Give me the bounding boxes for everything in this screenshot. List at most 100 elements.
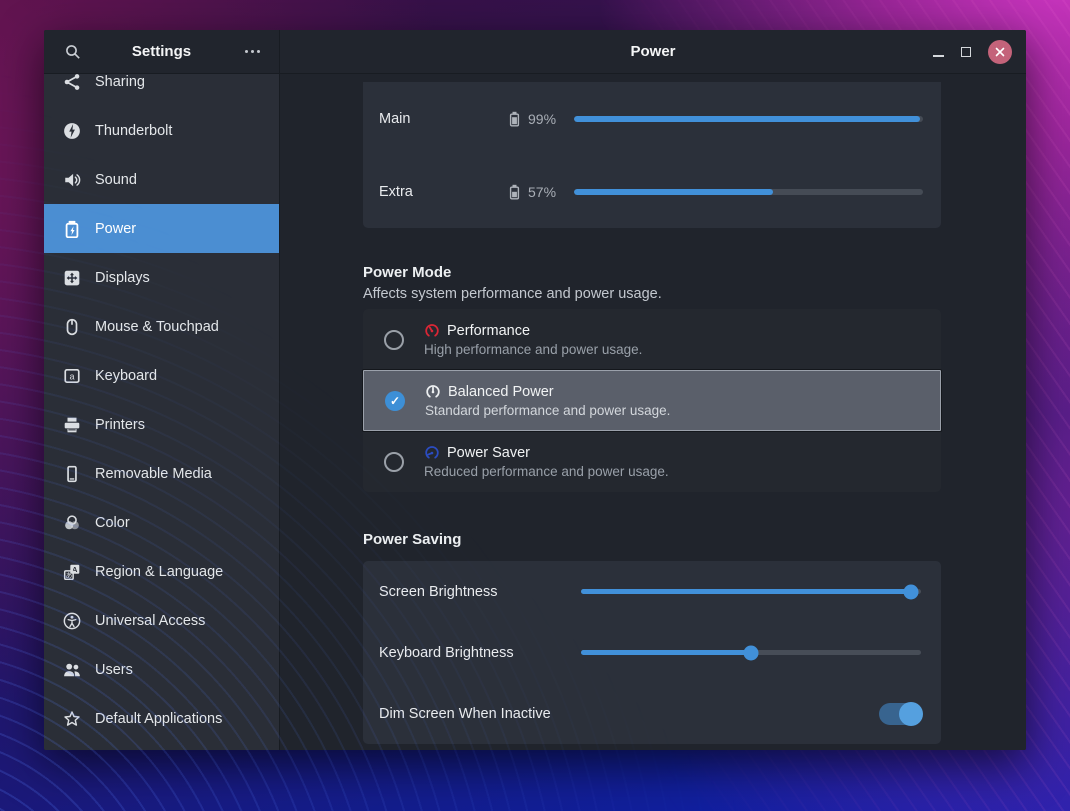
radio-unchecked-icon[interactable]	[384, 330, 404, 350]
sidebar-item-label: Removable Media	[95, 466, 212, 482]
row-label: Keyboard Brightness	[379, 645, 581, 661]
sidebar-item-removable-media[interactable]: Removable Media	[44, 449, 279, 498]
thunderbolt-icon	[62, 121, 82, 141]
sidebar-item-power[interactable]: Power	[44, 204, 279, 253]
color-icon	[62, 513, 82, 533]
titlebar-right: Power	[280, 30, 1026, 73]
sidebar-item-keyboard[interactable]: a Keyboard	[44, 351, 279, 400]
battery-icon	[62, 219, 82, 239]
power-mode-option-power-saver[interactable]: Power Saver Reduced performance and powe…	[363, 431, 941, 492]
mode-text: Power Saver Reduced performance and powe…	[424, 445, 669, 479]
users-icon	[62, 660, 82, 680]
gauge-performance-icon	[424, 323, 440, 339]
sidebar-item-label: Universal Access	[95, 613, 205, 629]
sidebar-item-label: Region & Language	[95, 564, 223, 580]
star-icon	[62, 709, 82, 729]
battery-progress-fill	[574, 189, 773, 195]
sidebar-item-sound[interactable]: Sound	[44, 155, 279, 204]
sidebar-item-printers[interactable]: Printers	[44, 400, 279, 449]
display-icon	[62, 268, 82, 288]
sidebar-item-label: Sharing	[95, 74, 145, 90]
app-title: Settings	[132, 43, 191, 60]
slider-fill	[581, 650, 751, 655]
row-label: Dim Screen When Inactive	[379, 706, 879, 722]
power-saving-heading: Power Saving	[363, 531, 941, 548]
settings-window: Settings Power Sharing	[44, 30, 1026, 750]
power-mode-subheading: Affects system performance and power usa…	[363, 286, 941, 302]
sidebar-item-default-applications[interactable]: Default Applications	[44, 694, 279, 743]
row-label: Screen Brightness	[379, 584, 581, 600]
language-icon: Aあ	[62, 562, 82, 582]
app-body: Sharing Thunderbolt Sound Power Displays	[44, 74, 1026, 750]
sidebar-item-label: Thunderbolt	[95, 123, 172, 139]
sidebar-item-color[interactable]: Color	[44, 498, 279, 547]
menu-button[interactable]	[239, 39, 265, 65]
checkmark-icon: ✓	[390, 395, 400, 407]
gauge-saver-icon	[424, 445, 440, 461]
power-saving-card: Screen Brightness Keyboard Brightness Di…	[363, 561, 941, 744]
battery-progressbar	[574, 189, 923, 195]
screen-brightness-row: Screen Brightness	[363, 561, 941, 622]
mouse-icon	[62, 317, 82, 337]
mode-title: Power Saver	[447, 445, 530, 461]
slider-handle[interactable]	[903, 584, 918, 599]
page-title: Power	[630, 43, 675, 60]
window-controls	[933, 30, 1012, 74]
close-icon	[994, 46, 1006, 58]
svg-text:あ: あ	[65, 571, 72, 579]
keyboard-brightness-slider[interactable]	[581, 650, 921, 655]
sidebar-list: Sharing Thunderbolt Sound Power Displays	[44, 74, 279, 743]
ellipsis-icon	[245, 50, 260, 53]
close-button[interactable]	[988, 40, 1012, 64]
radio-checked-icon[interactable]: ✓	[385, 391, 405, 411]
power-panel: Main 99% Extra 57% Power Mode Affects sy…	[280, 74, 1026, 750]
search-icon	[65, 44, 81, 60]
mode-description: Reduced performance and power usage.	[424, 464, 669, 479]
sidebar-item-label: Power	[95, 221, 136, 237]
sidebar-item-label: Sound	[95, 172, 137, 188]
maximize-button[interactable]	[961, 47, 971, 57]
sidebar-item-users[interactable]: Users	[44, 645, 279, 694]
power-mode-option-performance[interactable]: Performance High performance and power u…	[363, 309, 941, 370]
battery-level-icon	[509, 111, 520, 127]
minimize-button[interactable]	[933, 47, 944, 57]
sidebar-item-displays[interactable]: Displays	[44, 253, 279, 302]
titlebar-left: Settings	[44, 30, 280, 73]
slider-handle[interactable]	[744, 645, 759, 660]
mode-title: Performance	[447, 323, 530, 339]
battery-label: Main	[379, 111, 509, 127]
titlebar: Settings Power	[44, 30, 1026, 74]
sidebar-item-region-language[interactable]: Aあ Region & Language	[44, 547, 279, 596]
sidebar-item-label: Displays	[95, 270, 150, 286]
minimize-icon	[933, 55, 944, 57]
dim-screen-toggle[interactable]	[879, 703, 921, 725]
keyboard-brightness-row: Keyboard Brightness	[363, 622, 941, 683]
keyboard-icon: a	[62, 366, 82, 386]
battery-level-icon	[509, 184, 520, 200]
toggle-knob	[899, 702, 923, 726]
mode-description: Standard performance and power usage.	[425, 403, 670, 418]
dim-screen-row: Dim Screen When Inactive	[363, 683, 941, 744]
battery-label: Extra	[379, 184, 509, 200]
svg-text:a: a	[69, 371, 74, 381]
accessibility-icon	[62, 611, 82, 631]
share-icon	[62, 74, 82, 92]
power-mode-option-balanced[interactable]: ✓ Balanced Power Standard performance an…	[363, 370, 941, 431]
search-button[interactable]	[60, 39, 86, 65]
sidebar-item-label: Default Applications	[95, 711, 222, 727]
removable-media-icon	[62, 464, 82, 484]
maximize-icon	[961, 47, 971, 57]
sidebar-item-label: Users	[95, 662, 133, 678]
slider-fill	[581, 589, 911, 594]
screen-brightness-slider[interactable]	[581, 589, 921, 594]
sidebar-item-sharing[interactable]: Sharing	[44, 74, 279, 106]
sidebar-item-mouse-touchpad[interactable]: Mouse & Touchpad	[44, 302, 279, 351]
sidebar: Sharing Thunderbolt Sound Power Displays	[44, 74, 280, 750]
sidebar-item-universal-access[interactable]: Universal Access	[44, 596, 279, 645]
sidebar-item-thunderbolt[interactable]: Thunderbolt	[44, 106, 279, 155]
battery-progress-fill	[574, 116, 920, 122]
power-mode-heading: Power Mode	[363, 264, 941, 281]
radio-unchecked-icon[interactable]	[384, 452, 404, 472]
battery-row-main: Main 99%	[363, 82, 941, 155]
battery-progressbar	[574, 116, 923, 122]
